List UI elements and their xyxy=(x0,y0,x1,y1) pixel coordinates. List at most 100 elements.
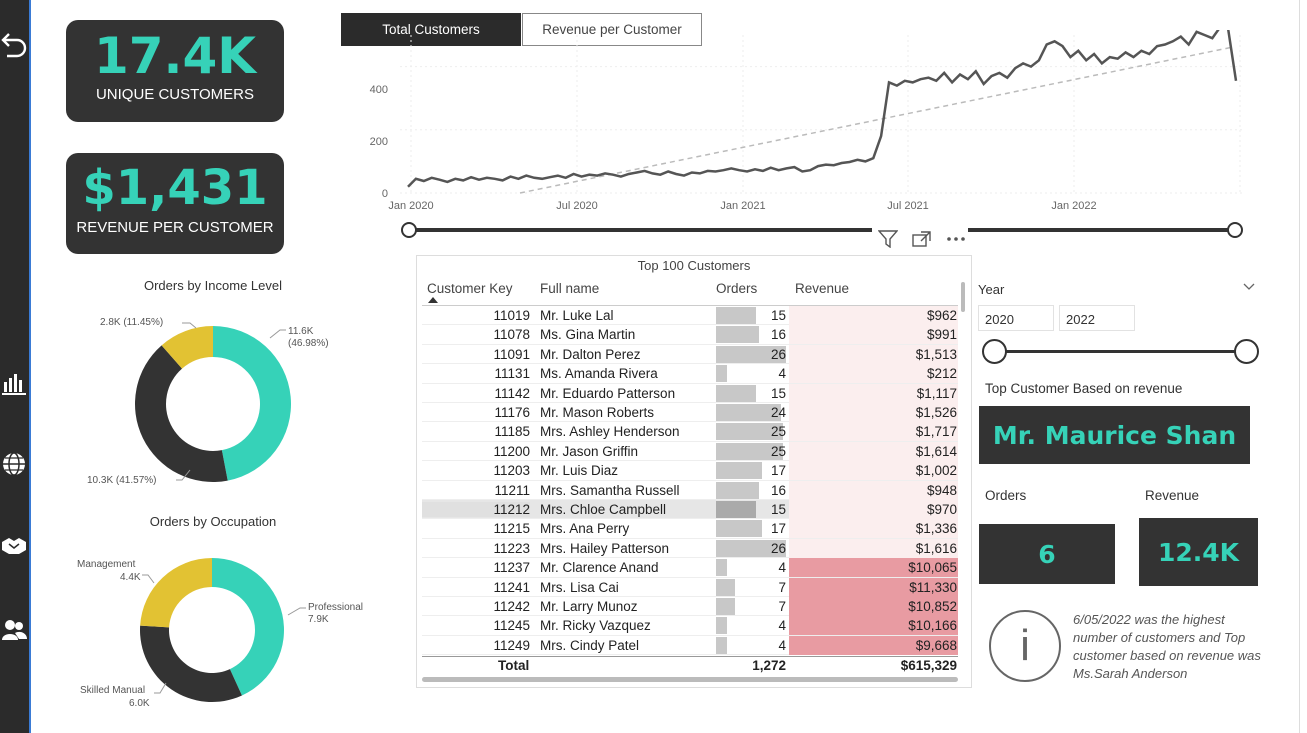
back-icon[interactable] xyxy=(0,28,28,62)
cell-customer-key: 11241 xyxy=(493,579,530,595)
table-row[interactable]: 11212 Mrs. Chloe Campbell 15 $970 xyxy=(422,500,958,520)
trend-line xyxy=(519,46,1231,194)
cell-orders: 24 xyxy=(770,405,786,420)
year-range-start-handle[interactable] xyxy=(982,339,1007,364)
table-total-divider xyxy=(422,656,958,657)
table-row[interactable]: 11223 Mrs. Hailey Patterson 26 $1,616 xyxy=(422,538,958,559)
y-tick-200: 200 xyxy=(370,136,388,148)
table-row[interactable]: 11245 Mr. Ricky Vazquez 4 $10,166 xyxy=(422,616,958,636)
cell-revenue: $10,065 xyxy=(908,560,957,576)
globe-icon[interactable] xyxy=(0,450,28,478)
cell-full-name: Mr. Dalton Perez xyxy=(540,346,641,362)
cell-orders: 4 xyxy=(778,366,786,382)
info-icon: i xyxy=(989,610,1061,682)
unique-customers-label: UNIQUE CUSTOMERS xyxy=(95,86,255,103)
focus-mode-icon[interactable] xyxy=(912,231,932,247)
occupation-label-professional: Professional xyxy=(308,602,364,613)
table-row[interactable]: 11142 Mr. Eduardo Patterson 15 $1,117 xyxy=(422,383,958,403)
header-revenue[interactable]: Revenue xyxy=(795,281,849,296)
info-note-text: 6/05/2022 was the highest number of cust… xyxy=(1073,612,1261,681)
table-title: Top 100 Customers xyxy=(637,258,751,273)
bar-chart-icon[interactable] xyxy=(0,368,28,396)
sidebar xyxy=(0,0,31,733)
top-customer-orders-value: 6 xyxy=(979,524,1115,584)
occupation-value-professional: 7.9K xyxy=(308,614,329,625)
income-label-mid: 10.3K (41.57%) xyxy=(87,475,157,486)
top-customer-orders-label: Orders xyxy=(985,488,1027,503)
table-row[interactable]: 11019 Mr. Luke Lal 15 $962 xyxy=(422,306,958,326)
table-row[interactable]: 11215 Mrs. Ana Perry 17 $1,336 xyxy=(422,519,958,539)
cell-full-name: Mr. Eduardo Patterson xyxy=(540,385,676,401)
cell-orders: 15 xyxy=(770,502,786,517)
x-tick-jan-2022: Jan 2022 xyxy=(1051,200,1096,212)
table-row[interactable]: 11200 Mr. Jason Griffin 25 $1,614 xyxy=(422,441,958,462)
cell-orders: 4 xyxy=(778,560,786,576)
year-range-track[interactable] xyxy=(992,350,1247,353)
y-tick-0: 0 xyxy=(382,188,388,200)
cell-revenue: $1,614 xyxy=(915,443,957,459)
users-icon[interactable] xyxy=(0,616,28,644)
occupation-label-skilled: Skilled Manual xyxy=(80,685,146,696)
cell-revenue: $1,002 xyxy=(915,463,957,479)
occupation-donut-title: Orders by Occupation xyxy=(149,514,277,529)
cell-full-name: Mr. Jason Griffin xyxy=(540,443,639,459)
table-row[interactable]: 11091 Mr. Dalton Perez 26 $1,513 xyxy=(422,344,958,365)
table-vertical-scrollbar[interactable] xyxy=(961,282,965,312)
date-range-track[interactable] xyxy=(409,228,1235,232)
visual-header xyxy=(872,226,968,248)
cell-orders: 7 xyxy=(778,599,786,614)
filter-icon[interactable] xyxy=(878,230,898,248)
year-filter-label: Year xyxy=(978,282,1005,297)
chevron-down-icon[interactable] xyxy=(1243,283,1255,291)
revenue-per-customer-card: $1,431 REVENUE PER CUSTOMER xyxy=(66,153,284,254)
cell-revenue: $10,166 xyxy=(908,618,957,634)
table-row[interactable]: 11078 Ms. Gina Martin 16 $991 xyxy=(422,325,958,345)
cell-customer-key: 11203 xyxy=(493,463,530,479)
handshake-icon[interactable] xyxy=(0,532,28,560)
cell-full-name: Mrs. Samantha Russell xyxy=(540,482,680,498)
table-horizontal-scrollbar[interactable] xyxy=(422,677,958,682)
cell-customer-key: 11176 xyxy=(494,405,530,420)
table-row[interactable]: 11249 Mrs. Cindy Patel 4 $9,668 xyxy=(422,635,958,656)
cell-full-name: Ms. Gina Martin xyxy=(540,327,636,343)
cell-revenue: $11,330 xyxy=(909,579,957,595)
header-orders[interactable]: Orders xyxy=(716,281,757,296)
cell-revenue: $1,526 xyxy=(915,405,957,420)
cell-full-name: Mrs. Lisa Cai xyxy=(540,579,619,595)
revenue-per-customer-label: REVENUE PER CUSTOMER xyxy=(76,219,274,236)
cell-full-name: Ms. Amanda Rivera xyxy=(540,366,658,382)
table-row[interactable]: 11185 Mrs. Ashley Henderson 25 $1,717 xyxy=(422,422,958,442)
year-from-input[interactable]: 2020 xyxy=(978,305,1054,331)
cell-revenue: $9,668 xyxy=(915,637,957,653)
customers-series-line xyxy=(407,30,1238,188)
table-row[interactable]: 11176 Mr. Mason Roberts 24 $1,526 xyxy=(422,403,958,423)
sort-ascending-icon[interactable] xyxy=(427,296,439,304)
table-row[interactable]: 11237 Mr. Clarence Anand 4 $10,065 xyxy=(422,558,958,578)
table-row[interactable]: 11241 Mrs. Lisa Cai 7 $11,330 xyxy=(422,577,958,597)
table-row[interactable]: 11242 Mr. Larry Munoz 7 $10,852 xyxy=(422,597,958,617)
unique-customers-card: 17.4K UNIQUE CUSTOMERS xyxy=(66,20,284,122)
x-tick-jul-2021: Jul 2021 xyxy=(887,200,929,212)
cell-revenue: $970 xyxy=(926,502,957,517)
more-options-icon[interactable] xyxy=(946,236,966,242)
table-total-label: Total xyxy=(498,658,530,673)
table-row[interactable]: 11203 Mr. Luis Diaz 17 $1,002 xyxy=(422,461,958,481)
date-range-start-handle[interactable] xyxy=(401,222,417,238)
top-customer-revenue-value: 12.4K xyxy=(1139,518,1258,586)
occupation-value-management: 4.4K xyxy=(120,572,141,583)
table-row[interactable]: 11131 Ms. Amanda Rivera 4 $212 xyxy=(422,364,958,384)
cell-customer-key: 11223 xyxy=(493,540,530,556)
cell-customer-key: 11142 xyxy=(494,385,530,401)
x-tick-jan-2020: Jan 2020 xyxy=(388,200,433,212)
year-range-end-handle[interactable] xyxy=(1234,339,1259,364)
cell-full-name: Mrs. Cindy Patel xyxy=(540,637,640,653)
income-donut-title: Orders by Income Level xyxy=(143,278,282,293)
table-row[interactable]: 11211 Mrs. Samantha Russell 16 $948 xyxy=(422,480,958,500)
header-full-name[interactable]: Full name xyxy=(540,281,599,296)
cell-orders: 25 xyxy=(770,443,786,459)
year-to-input[interactable]: 2022 xyxy=(1059,305,1135,331)
date-range-end-handle[interactable] xyxy=(1227,222,1243,238)
header-customer-key[interactable]: Customer Key xyxy=(427,281,513,296)
top-customer-name: Mr. Maurice Shan xyxy=(979,406,1250,464)
customers-line-chart: 400 200 0 Jan 2020 Jul 2020 Jan 2021 Jul… xyxy=(370,30,1245,212)
